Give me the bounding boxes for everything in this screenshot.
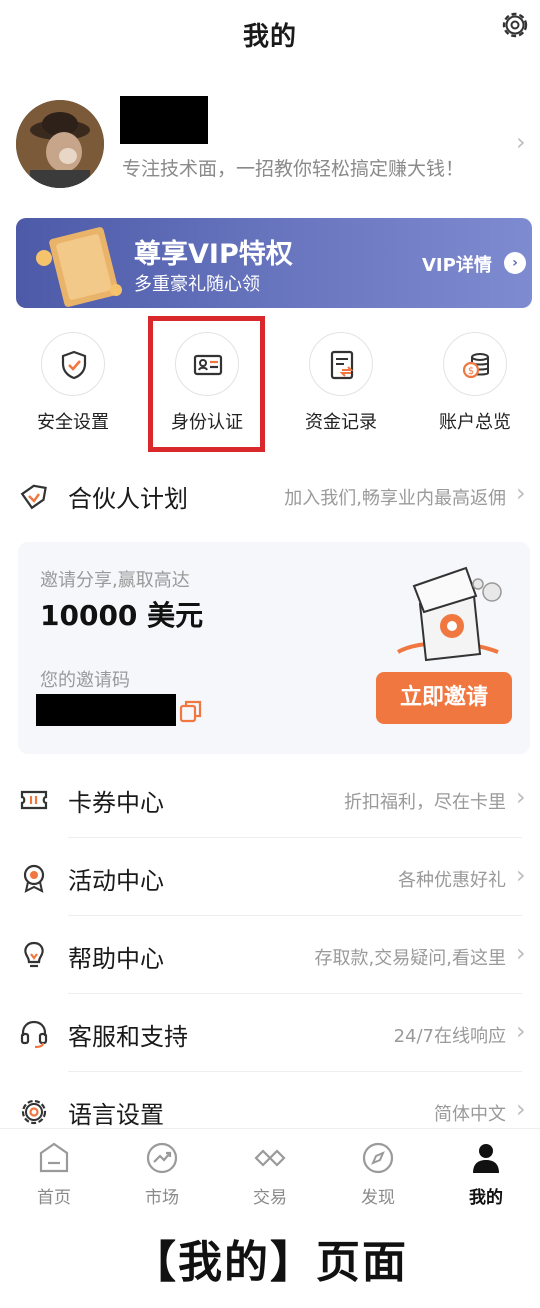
coin-stack-icon: $	[443, 332, 507, 396]
settings-icon	[21, 1099, 47, 1125]
home-icon	[39, 1142, 69, 1173]
chevron-right-icon: ›	[516, 1017, 526, 1045]
menu-row-activities[interactable]: 活动中心 各种优惠好礼 ›	[0, 840, 540, 916]
tab-label: 市场	[145, 1188, 179, 1208]
avatar[interactable]	[16, 100, 104, 188]
divider	[68, 1071, 522, 1072]
menu-row-help[interactable]: 帮助中心 存取款,交易疑问,看这里 ›	[0, 918, 540, 994]
chevron-right-icon: ›	[516, 783, 526, 811]
menu-row-subtitle: 各种优惠好礼	[398, 870, 506, 891]
chevron-right-icon: ›	[516, 128, 526, 156]
tab-label: 我的	[469, 1188, 503, 1208]
chevron-right-icon: ›	[516, 861, 526, 889]
lightbulb-icon	[24, 941, 44, 968]
menu-row-subtitle: 折扣福利，尽在卡里	[344, 792, 506, 813]
tab-label: 发现	[361, 1188, 395, 1208]
menu-row-partner[interactable]: 合伙人计划 加入我们,畅享业内最高返佣 ›	[0, 458, 540, 534]
quick-action-label: 账户总览	[439, 412, 511, 433]
menu-row-subtitle: 加入我们,畅享业内最高返佣	[284, 488, 506, 509]
tab-home[interactable]: 首页	[0, 1139, 108, 1208]
menu-row-subtitle: 24/7在线响应	[393, 1026, 506, 1047]
username-redacted	[120, 96, 208, 144]
menu-row-title: 活动中心	[68, 867, 164, 895]
menu-row-subtitle: 存取款,交易疑问,看这里	[314, 948, 506, 969]
copy-icon[interactable]	[178, 698, 204, 724]
chevron-right-icon: ›	[516, 939, 526, 967]
invite-label: 邀请分享,赢取高达	[40, 570, 190, 591]
medal-icon	[23, 864, 45, 893]
diamond-tag-icon	[20, 484, 47, 510]
invite-code-redacted	[36, 694, 176, 726]
invite-card: 邀请分享,赢取高达 10000 美元 您的邀请码 立即邀请	[18, 542, 530, 754]
menu-row-subtitle: 简体中文	[434, 1104, 506, 1125]
quick-action-fund-record[interactable]: 资金记录	[276, 326, 406, 436]
chevron-right-icon: ›	[516, 1095, 526, 1123]
svg-text:$: $	[468, 366, 474, 377]
invite-code-label: 您的邀请码	[40, 670, 130, 691]
divider	[68, 915, 522, 916]
menu-row-title: 卡券中心	[68, 789, 164, 817]
tab-mine[interactable]: 我的	[432, 1139, 540, 1208]
coupon-icon	[20, 790, 48, 810]
invite-amount: 10000 美元	[40, 599, 204, 632]
menu-row-support[interactable]: 客服和支持 24/7在线响应 ›	[0, 996, 540, 1072]
vip-subtitle: 多重豪礼随心领	[134, 274, 260, 295]
divider	[68, 993, 522, 994]
tab-market[interactable]: 市场	[108, 1139, 216, 1208]
menu-row-coupons[interactable]: 卡券中心 折扣福利，尽在卡里 ›	[0, 762, 540, 838]
quick-action-label: 安全设置	[37, 412, 109, 433]
vip-card-icon	[36, 227, 122, 307]
vip-title: 尊享VIP特权	[134, 239, 293, 270]
tab-label: 首页	[37, 1188, 71, 1208]
tab-discover[interactable]: 发现	[324, 1139, 432, 1208]
vip-detail-link[interactable]: VIP详情	[422, 251, 492, 277]
profile-tagline: 专注技术面，一招教你轻松搞定赚大钱！	[122, 158, 465, 180]
gear-icon[interactable]	[498, 8, 532, 42]
highlight-box	[148, 316, 265, 452]
fund-record-icon	[309, 332, 373, 396]
profile-card[interactable]: 专注技术面，一招教你轻松搞定赚大钱！ ›	[0, 92, 540, 196]
menu-row-title: 合伙人计划	[68, 485, 188, 513]
page-title: 我的	[242, 22, 297, 52]
market-trend-icon	[146, 1142, 178, 1174]
tab-label: 交易	[253, 1188, 287, 1208]
quick-action-security[interactable]: 安全设置	[8, 326, 138, 436]
divider	[68, 837, 522, 838]
menu-row-title: 客服和支持	[68, 1023, 188, 1051]
menu-row-title: 语言设置	[68, 1101, 164, 1129]
trade-icon	[254, 1149, 286, 1167]
page-caption: 【我的】页面	[132, 1237, 408, 1288]
menu-row-title: 帮助中心	[68, 945, 164, 973]
compass-icon	[362, 1142, 394, 1174]
quick-action-account-overview[interactable]: $ 账户总览	[410, 326, 540, 436]
shield-check-icon	[41, 332, 105, 396]
invite-now-button[interactable]: 立即邀请	[376, 672, 512, 724]
chevron-right-icon: ›	[516, 479, 526, 507]
arrow-right-circle-icon[interactable]: ›	[504, 252, 526, 274]
person-icon	[473, 1144, 499, 1173]
quick-action-label: 资金记录	[305, 412, 377, 433]
bottom-tab-bar: 首页 市场 交易 发现 我的	[0, 1128, 540, 1218]
tab-trade[interactable]: 交易	[216, 1139, 324, 1208]
headset-icon	[20, 1020, 48, 1049]
vip-banner[interactable]: 尊享VIP特权 多重豪礼随心领 VIP详情 ›	[16, 218, 532, 308]
gift-box-icon	[396, 566, 502, 662]
